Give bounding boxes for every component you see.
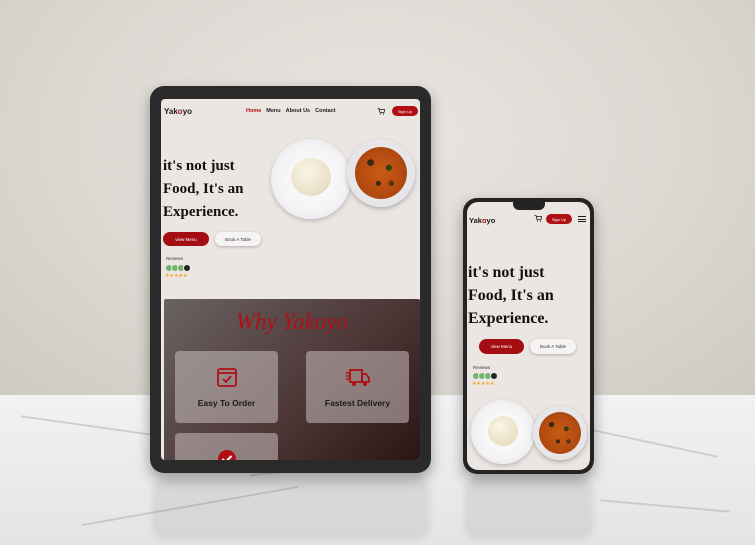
- why-section: Why Yakoyo Easy To Order Fastest Deliver…: [164, 299, 420, 460]
- feature-label: Easy To Order: [197, 398, 256, 408]
- view-menu-button[interactable]: view Menu: [163, 232, 209, 246]
- cart-icon[interactable]: [534, 215, 542, 222]
- tablet-screen: Yakoyo Home Menu About Us Contact Sign U…: [161, 99, 420, 460]
- signup-button[interactable]: Sign Up: [546, 214, 572, 224]
- reviewer-avatars: [472, 372, 498, 380]
- delivery-truck-icon: [345, 365, 371, 389]
- feature-card-quality: [175, 433, 278, 460]
- hero-title: it's not just Food, It's an Experience.: [163, 158, 244, 220]
- view-menu-button[interactable]: view Menu: [479, 339, 524, 354]
- book-table-button[interactable]: Book A Table: [530, 339, 576, 354]
- avatar-more: [183, 264, 191, 272]
- hamburger-menu-icon[interactable]: [578, 216, 586, 223]
- jollof-rice-plate-image: [347, 139, 415, 207]
- reviews-label: Reviews: [166, 256, 184, 261]
- nav-about-link[interactable]: About Us: [286, 108, 310, 114]
- book-table-button[interactable]: Book A Table: [215, 232, 261, 246]
- tablet-device: Yakoyo Home Menu About Us Contact Sign U…: [150, 86, 431, 473]
- tablet-navbar: Yakoyo Home Menu About Us Contact Sign U…: [161, 99, 420, 123]
- pounded-yam-plate-image: [471, 400, 535, 464]
- nav-contact-link[interactable]: Contact: [315, 108, 335, 114]
- phone-reflection: [464, 478, 594, 540]
- reviews-label: Reviews: [473, 365, 491, 370]
- feature-label: Fastest Delivery: [324, 398, 391, 408]
- feature-card-delivery: Fastest Delivery: [306, 351, 409, 423]
- reviewer-avatars: [165, 264, 191, 272]
- nav-home-link[interactable]: Home: [246, 108, 261, 114]
- phone-notch: [513, 202, 545, 210]
- quality-badge-icon: [215, 447, 239, 460]
- why-title: Why Yakoyo: [235, 309, 349, 334]
- tablet-reflection: [152, 478, 430, 540]
- nav-links: Home Menu About Us Contact: [246, 108, 336, 114]
- nav-menu-link[interactable]: Menu: [266, 108, 280, 114]
- hero-title: it's not just Food, It's an Experience.: [468, 264, 554, 327]
- checklist-icon: [215, 365, 239, 389]
- pounded-yam-plate-image: [271, 139, 351, 219]
- signup-button[interactable]: Sign Up: [392, 106, 418, 116]
- logo[interactable]: Yakoyo: [469, 216, 495, 225]
- cart-icon[interactable]: [377, 108, 385, 115]
- phone-screen: Yakoyo Sign Up it's not just Food, It's …: [467, 202, 590, 470]
- rating-stars: ★★★★★: [472, 381, 495, 387]
- logo[interactable]: Yakoyo: [164, 107, 192, 116]
- rating-stars: ★★★★★: [165, 273, 188, 279]
- avatar-more: [490, 372, 498, 380]
- phone-device: Yakoyo Sign Up it's not just Food, It's …: [463, 198, 594, 474]
- feature-card-order: Easy To Order: [175, 351, 278, 423]
- jollof-rice-plate-image: [533, 406, 587, 460]
